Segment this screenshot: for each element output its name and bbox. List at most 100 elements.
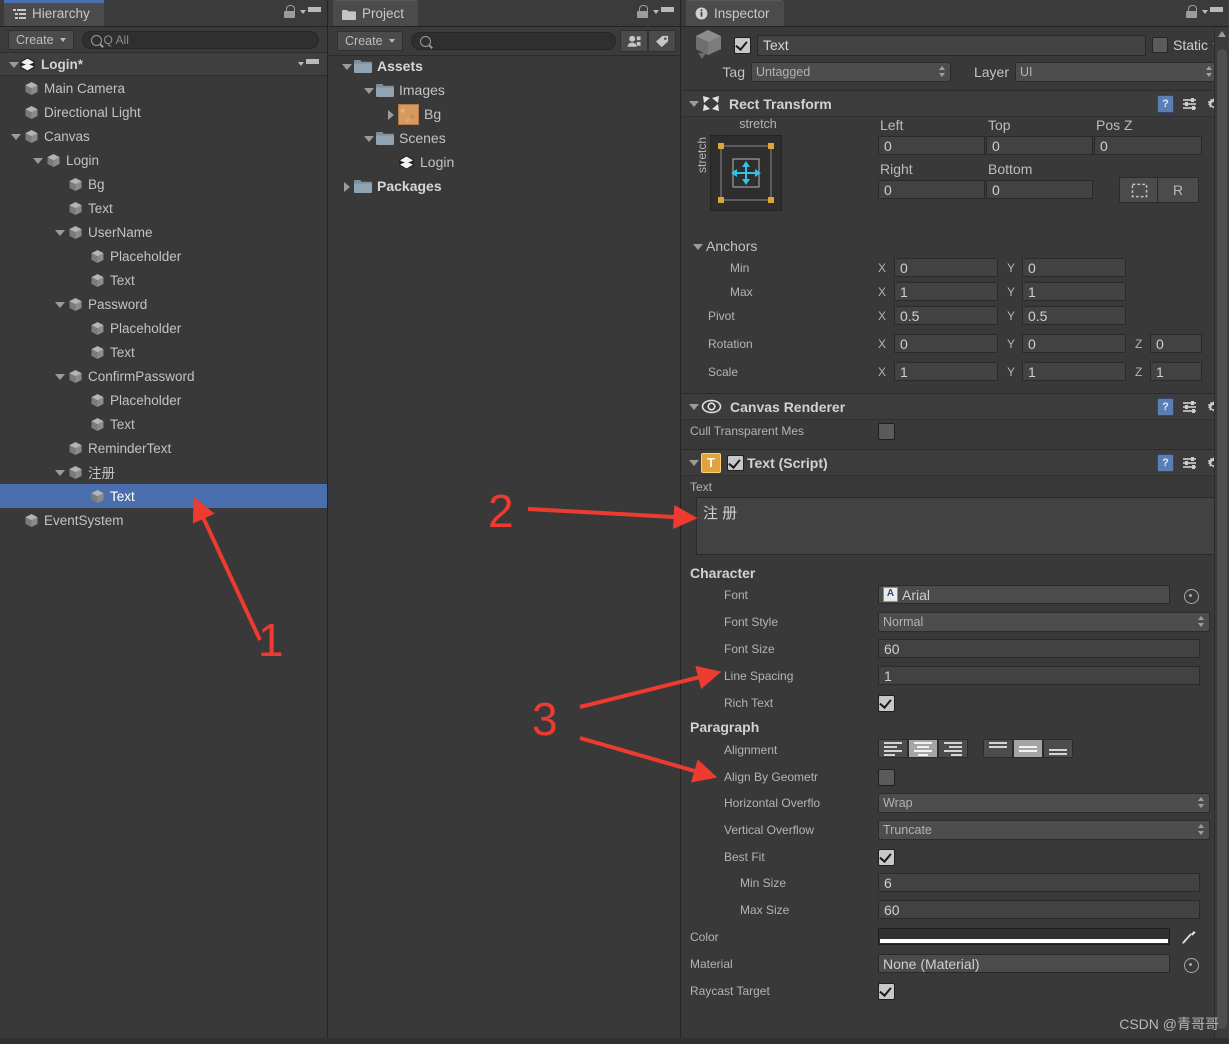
static-checkbox[interactable] bbox=[1151, 37, 1168, 53]
align-top-button[interactable] bbox=[983, 739, 1013, 758]
component-header-rect-transform[interactable]: Rect Transform ? bbox=[682, 90, 1229, 117]
hierarchy-item[interactable]: Main Camera bbox=[0, 76, 327, 100]
hierarchy-item[interactable]: Login bbox=[0, 148, 327, 172]
posz-input[interactable]: 0 bbox=[1094, 136, 1202, 155]
hierarchy-search-input[interactable]: Q All bbox=[81, 31, 319, 49]
lock-icon[interactable] bbox=[637, 5, 648, 18]
gameobject-name-input[interactable]: Text bbox=[757, 34, 1146, 56]
hierarchy-item[interactable]: EventSystem bbox=[0, 508, 327, 532]
line-spacing-input[interactable]: 1 bbox=[878, 666, 1200, 685]
project-item[interactable]: Images bbox=[329, 78, 680, 102]
align-geometry-checkbox[interactable] bbox=[878, 769, 895, 786]
help-icon[interactable]: ? bbox=[1157, 95, 1174, 113]
top-input[interactable]: 0 bbox=[986, 136, 1093, 155]
hierarchy-item[interactable]: Text bbox=[0, 268, 327, 292]
rotation-x-input[interactable]: 0 bbox=[894, 334, 998, 353]
pivot-y-input[interactable]: 0.5 bbox=[1022, 306, 1126, 325]
scale-x-input[interactable]: 1 bbox=[894, 362, 998, 381]
color-swatch-field[interactable] bbox=[878, 928, 1170, 945]
preset-icon[interactable] bbox=[1182, 400, 1198, 414]
right-input[interactable]: 0 bbox=[878, 180, 985, 199]
horizontal-alignment-group[interactable] bbox=[878, 739, 968, 758]
left-input[interactable]: 0 bbox=[878, 136, 985, 155]
disclosure-triangle-icon[interactable] bbox=[385, 109, 396, 120]
best-fit-checkbox[interactable] bbox=[878, 849, 895, 866]
lock-icon[interactable] bbox=[1186, 5, 1197, 18]
tab-project[interactable]: Project bbox=[333, 0, 419, 26]
material-object-field[interactable]: None (Material) bbox=[878, 954, 1170, 973]
project-item[interactable]: Scenes bbox=[329, 126, 680, 150]
hierarchy-item-selected[interactable]: Text bbox=[0, 484, 327, 508]
panel-menu-icon[interactable] bbox=[653, 7, 674, 16]
scrollbar-thumb[interactable] bbox=[1217, 49, 1227, 1029]
disclosure-triangle-icon[interactable] bbox=[54, 371, 65, 382]
anchors-row[interactable]: Anchors bbox=[682, 234, 1229, 258]
disclosure-triangle-icon[interactable] bbox=[32, 155, 43, 166]
min-size-input[interactable]: 6 bbox=[878, 873, 1200, 892]
panel-menu-icon[interactable] bbox=[300, 7, 321, 16]
scale-y-input[interactable]: 1 bbox=[1022, 362, 1126, 381]
material-object-picker-button[interactable] bbox=[1184, 958, 1199, 973]
inspector-scrollbar[interactable] bbox=[1214, 27, 1229, 1044]
anchor-preset-button[interactable] bbox=[710, 135, 782, 211]
rich-text-checkbox[interactable] bbox=[878, 695, 895, 712]
align-center-button[interactable] bbox=[908, 739, 938, 758]
disclosure-triangle-icon[interactable] bbox=[363, 85, 374, 96]
project-item[interactable]: Packages bbox=[329, 174, 680, 198]
disclosure-triangle-icon[interactable] bbox=[8, 59, 19, 70]
raw-edit-mode-button[interactable]: R bbox=[1157, 177, 1199, 203]
scene-menu-icon[interactable] bbox=[298, 59, 319, 68]
hierarchy-item[interactable]: 注册 bbox=[0, 460, 327, 484]
hierarchy-item[interactable]: Text bbox=[0, 340, 327, 364]
layer-dropdown[interactable]: UI bbox=[1015, 62, 1218, 82]
rotation-z-input[interactable]: 0 bbox=[1150, 334, 1202, 353]
disclosure-triangle-icon[interactable] bbox=[692, 241, 703, 252]
align-middle-button[interactable] bbox=[1013, 739, 1043, 758]
align-right-button[interactable] bbox=[938, 739, 968, 758]
hierarchy-item[interactable]: Text bbox=[0, 196, 327, 220]
hierarchy-item[interactable]: Canvas bbox=[0, 124, 327, 148]
preset-icon[interactable] bbox=[1182, 97, 1198, 111]
font-object-field[interactable]: A Arial bbox=[878, 585, 1170, 604]
component-header-canvas-renderer[interactable]: Canvas Renderer ? bbox=[682, 393, 1229, 420]
help-icon[interactable]: ? bbox=[1157, 398, 1174, 416]
font-style-dropdown[interactable]: Normal bbox=[878, 612, 1210, 632]
hierarchy-item[interactable]: Placeholder bbox=[0, 388, 327, 412]
tab-inspector[interactable]: Inspector bbox=[686, 0, 784, 26]
disclosure-triangle-icon[interactable] bbox=[54, 299, 65, 310]
anchor-max-y-input[interactable]: 1 bbox=[1022, 282, 1126, 301]
align-bottom-button[interactable] bbox=[1043, 739, 1073, 758]
eyedropper-icon[interactable] bbox=[1180, 928, 1198, 946]
hierarchy-item[interactable]: ReminderText bbox=[0, 436, 327, 460]
scroll-up-arrow-icon[interactable] bbox=[1218, 31, 1226, 37]
hierarchy-item[interactable]: UserName bbox=[0, 220, 327, 244]
component-header-text-script[interactable]: T Text (Script) ? bbox=[682, 449, 1229, 476]
disclosure-triangle-icon[interactable] bbox=[688, 98, 699, 109]
blueprint-mode-button[interactable] bbox=[1119, 177, 1158, 203]
disclosure-triangle-icon[interactable] bbox=[54, 467, 65, 478]
vertical-overflow-dropdown[interactable]: Truncate bbox=[878, 820, 1210, 840]
disclosure-triangle-icon[interactable] bbox=[54, 227, 65, 238]
disclosure-triangle-icon[interactable] bbox=[341, 181, 352, 192]
anchor-min-x-input[interactable]: 0 bbox=[894, 258, 998, 277]
hierarchy-tree[interactable]: Login* Main Camera Directional Light Canva… bbox=[0, 52, 327, 1044]
disclosure-triangle-icon[interactable] bbox=[10, 131, 21, 142]
hierarchy-item[interactable]: Placeholder bbox=[0, 316, 327, 340]
text-script-enabled-checkbox[interactable] bbox=[727, 454, 744, 471]
gameobject-enabled-checkbox[interactable] bbox=[734, 36, 751, 54]
disclosure-triangle-icon[interactable] bbox=[363, 133, 374, 144]
hierarchy-create-button[interactable]: Create bbox=[8, 30, 74, 50]
preset-icon[interactable] bbox=[1182, 456, 1198, 470]
hierarchy-item[interactable]: Password bbox=[0, 292, 327, 316]
project-tree[interactable]: Assets Images Bg Scenes Login Packages bbox=[329, 54, 680, 1044]
bottom-input[interactable]: 0 bbox=[986, 180, 1093, 199]
hierarchy-item[interactable]: Placeholder bbox=[0, 244, 327, 268]
disclosure-triangle-icon[interactable] bbox=[341, 61, 352, 72]
disclosure-triangle-icon[interactable] bbox=[688, 457, 699, 468]
horizontal-overflow-dropdown[interactable]: Wrap bbox=[878, 793, 1210, 813]
project-item[interactable]: Bg bbox=[329, 102, 680, 126]
project-item[interactable]: Login bbox=[329, 150, 680, 174]
text-content-textarea[interactable]: 注 册 bbox=[696, 497, 1215, 555]
anchor-max-x-input[interactable]: 1 bbox=[894, 282, 998, 301]
anchor-min-y-input[interactable]: 0 bbox=[1022, 258, 1126, 277]
